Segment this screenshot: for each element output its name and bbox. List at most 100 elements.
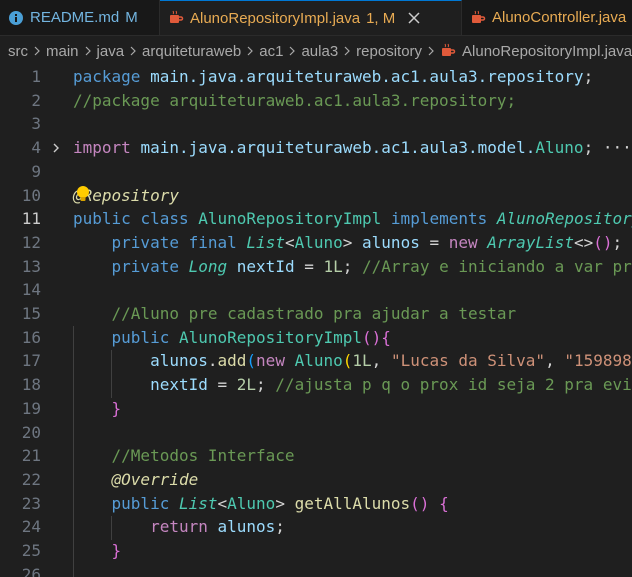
code-token: ( — [342, 351, 353, 371]
code-token: "Lucas da Silva" — [390, 351, 546, 371]
breadcrumb-item-ac1[interactable]: ac1 — [259, 43, 283, 60]
code-token: public — [111, 327, 170, 347]
code-token: > — [342, 232, 363, 252]
breadcrumb-item-file[interactable]: AlunoRepositoryImpl.java — [462, 43, 632, 60]
code-line[interactable]: 26 — [0, 563, 632, 577]
breadcrumb-item-src[interactable]: src — [8, 43, 28, 60]
code-line[interactable]: 14 — [0, 278, 632, 302]
code-line[interactable]: 18 nextId = 2L; //ajusta p q o prox id s… — [0, 373, 632, 397]
code-line[interactable]: 23 public List<Aluno> getAllAlunos() { — [0, 492, 632, 516]
code-token: { — [439, 493, 449, 513]
code-token: alunos — [150, 351, 208, 371]
code-line[interactable]: 4 import main.java.arquiteturaweb.ac1.aul… — [0, 136, 632, 160]
fold-chevron-icon[interactable] — [51, 136, 61, 160]
code-token: implements — [390, 209, 488, 229]
code-line[interactable]: 16 public AlunoRepositoryImpl(){ — [0, 326, 632, 350]
code-token: ··· — [593, 138, 632, 158]
code-token: = — [207, 375, 237, 395]
code-token: import — [73, 138, 131, 158]
line-number: 23 — [21, 493, 41, 513]
code-line[interactable]: 25 } — [0, 539, 632, 563]
code-token: nextId — [150, 375, 208, 395]
code-token: alunos — [217, 517, 276, 537]
code-line[interactable]: 2 //package arquiteturaweb.ac1.aula3.repo… — [0, 89, 632, 113]
code-token: package — [73, 67, 141, 86]
line-number: 9 — [31, 161, 41, 181]
code-editor[interactable]: 1 package main.java.arquiteturaweb.ac1.au… — [0, 66, 632, 577]
breadcrumb-item-java[interactable]: java — [97, 43, 125, 60]
line-number: 26 — [21, 564, 41, 577]
code-text: package main.java.arquiteturaweb.ac1.aul… — [73, 66, 593, 89]
info-icon — [8, 10, 24, 26]
code-line[interactable]: 12 private final List<Aluno> alunos = ne… — [0, 231, 632, 255]
code-token: ( — [246, 351, 257, 371]
code-line[interactable]: 3 — [0, 112, 632, 136]
line-number: 17 — [21, 351, 41, 371]
code-token: () — [362, 327, 382, 347]
code-token: new — [448, 232, 478, 252]
code-token: new — [256, 351, 285, 371]
code-text: public class AlunoRepositoryImpl impleme… — [73, 207, 632, 231]
close-tab-icon[interactable] — [405, 9, 423, 27]
code-line[interactable]: 9 — [0, 160, 632, 184]
chevron-right-icon — [343, 45, 351, 57]
code-token: = — [294, 256, 324, 276]
line-number: 10 — [21, 185, 41, 205]
tab-aluno-repository-impl[interactable]: AlunoRepositoryImpl.java 1, M — [160, 0, 462, 35]
tab-label: README.md — [30, 9, 120, 26]
code-token: 1L — [352, 351, 372, 371]
code-token: AlunoRepositoryImpl — [198, 209, 382, 229]
line-number: 11 — [21, 209, 41, 229]
code-line[interactable]: 22 @Override — [0, 468, 632, 492]
breadcrumb-item-aula3[interactable]: aula3 — [301, 43, 338, 60]
code-token: Aluno — [294, 232, 343, 252]
code-token: () — [593, 232, 613, 252]
code-token: . — [207, 351, 218, 371]
breadcrumb-item-repository[interactable]: repository — [356, 43, 422, 60]
chevron-right-icon — [33, 45, 41, 57]
code-line[interactable]: 15 //Aluno pre cadastrado pra ajudar a t… — [0, 302, 632, 326]
vscode-editor-window: README.md M AlunoRepositoryImpl.java 1, … — [0, 0, 632, 577]
line-number: 1 — [31, 67, 41, 86]
breadcrumb-item-arquiteturaweb[interactable]: arquiteturaweb — [142, 43, 241, 60]
code-token: { — [381, 327, 391, 347]
code-token: main.java.arquiteturaweb.ac1.aula3.model… — [140, 138, 536, 158]
line-number: 16 — [21, 327, 41, 347]
tab-aluno-controller[interactable]: AlunoController.java — [462, 0, 632, 35]
code-line[interactable]: 24 return alunos; — [0, 515, 632, 539]
code-line[interactable]: 20 — [0, 421, 632, 445]
breadcrumb-item-main[interactable]: main — [46, 43, 79, 60]
code-line[interactable]: 21 //Metodos Interface — [0, 444, 632, 468]
code-line[interactable]: 10 @Repository — [0, 184, 632, 208]
lightbulb-icon[interactable] — [76, 185, 90, 203]
code-line[interactable]: 11 public class AlunoRepositoryImpl imple… — [0, 207, 632, 231]
code-token: () — [410, 493, 430, 513]
code-token: "15989878" — [564, 351, 632, 371]
code-token: Long — [188, 256, 228, 276]
code-token: nextId — [236, 256, 295, 276]
line-number: 2 — [31, 90, 41, 110]
code-token: Aluno — [294, 351, 343, 371]
code-token: getAllAlunos — [294, 493, 411, 513]
tab-readme[interactable]: README.md M — [0, 0, 160, 35]
code-line[interactable]: 1 package main.java.arquiteturaweb.ac1.au… — [0, 66, 632, 89]
code-line[interactable]: 19 } — [0, 397, 632, 421]
code-text: } — [73, 397, 122, 421]
code-text: private Long nextId = 1L; //Array e inic… — [73, 255, 632, 279]
code-token: AlunoRepository — [496, 209, 632, 229]
problem-git-status-badge: 1, M — [366, 9, 396, 27]
line-number: 21 — [21, 446, 41, 466]
code-text: return alunos; — [73, 515, 285, 539]
code-line[interactable]: 13 private Long nextId = 1L; //Array e i… — [0, 255, 632, 279]
code-line[interactable]: 17 alunos.add(new Aluno(1L, "Lucas da Si… — [0, 349, 632, 373]
code-token: < — [284, 232, 295, 252]
code-token: final — [188, 232, 237, 252]
